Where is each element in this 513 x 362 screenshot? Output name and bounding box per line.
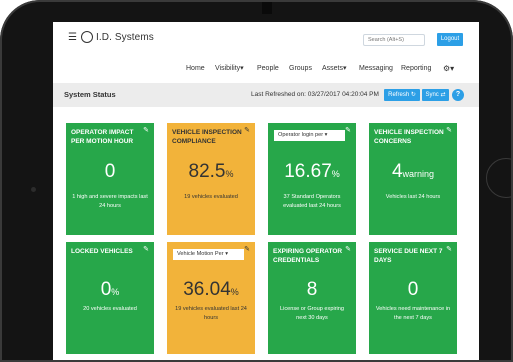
tile-description: 1 high and severe impacts last 24 hours (72, 194, 148, 209)
nav-people[interactable]: People (257, 62, 279, 76)
tile-value: 0 (407, 279, 419, 300)
tile-value: 36.04% (183, 279, 239, 300)
page-title: System Status (64, 90, 116, 99)
pencil-icon[interactable]: ✎ (143, 127, 149, 135)
tile-value: 16.67% (284, 161, 340, 182)
tablet-frame: ☰ I.D. Systems Logout Home Visibility▾ P… (0, 0, 513, 362)
pencil-icon[interactable]: ✎ (345, 246, 351, 254)
nav-assets[interactable]: Assets▾ (322, 62, 347, 76)
tile-value: 8 (306, 279, 318, 300)
top-bar: ☰ I.D. Systems Logout (53, 22, 479, 56)
nav-visibility[interactable]: Visibility▾ (215, 62, 244, 76)
tile-description: Vehicles need maintenance in the next 7 … (375, 306, 451, 321)
gear-icon[interactable]: ⚙▾ (443, 62, 454, 76)
tile-value: 82.5% (188, 161, 234, 182)
pencil-icon[interactable]: ✎ (446, 127, 452, 135)
tile-value: 0 (104, 161, 116, 182)
pencil-icon[interactable]: ✎ (244, 246, 250, 254)
hamburger-menu-icon[interactable]: ☰ (68, 33, 77, 43)
tile-description: 20 vehicles evaluated (83, 306, 137, 312)
nav-reporting[interactable]: Reporting (401, 62, 431, 76)
tile-value: 4warning (391, 161, 435, 182)
logout-button[interactable]: Logout (437, 33, 463, 46)
logo-mark-icon (81, 31, 93, 43)
logo[interactable]: I.D. Systems (81, 31, 154, 43)
app-screen: ☰ I.D. Systems Logout Home Visibility▾ P… (53, 22, 479, 362)
tile-operator-impact[interactable]: OPERATOR IMPACT PER MOTION HOUR ✎ 0 1 hi… (66, 123, 154, 235)
tile-title: VEHICLE INSPECTION CONCERNS (374, 129, 444, 145)
pencil-icon[interactable]: ✎ (143, 246, 149, 254)
tile-description: Vehicles last 24 hours (385, 194, 441, 200)
tile-vehicle-inspection-compliance[interactable]: VEHICLE INSPECTION COMPLIANCE ✎ 82.5% 19… (167, 123, 255, 235)
camera-icon (31, 187, 36, 192)
home-button[interactable] (486, 158, 513, 198)
tile-value: 0% (100, 279, 120, 300)
metric-dropdown[interactable]: Operator login per ▾ (274, 130, 345, 141)
status-bar: System Status Last Refreshed on: 03/27/2… (53, 83, 479, 107)
last-refreshed-text: Last Refreshed on: 03/27/2017 04:20:04 P… (251, 91, 379, 98)
tile-description: 19 vehicles evaluated last 24 hours (175, 306, 247, 321)
tile-title: LOCKED VEHICLES (71, 248, 133, 255)
main-nav: Home Visibility▾ People Groups Assets▾ M… (53, 62, 479, 76)
nav-messaging[interactable]: Messaging (359, 62, 393, 76)
tile-description: 19 vehicles evaluated (184, 194, 238, 200)
sync-button[interactable]: Sync ⇄ (422, 89, 449, 101)
tile-service-due[interactable]: SERVICE DUE NEXT 7 DAYS ✎ 0 Vehicles nee… (369, 242, 457, 354)
tile-title: OPERATOR IMPACT PER MOTION HOUR (71, 129, 134, 145)
tile-title: VEHICLE INSPECTION COMPLIANCE (172, 129, 242, 145)
pencil-icon[interactable]: ✎ (446, 246, 452, 254)
tile-vehicle-motion[interactable]: Vehicle Motion Per ▾ ✎ 36.04% 19 vehicle… (167, 242, 255, 354)
nav-groups[interactable]: Groups (289, 62, 312, 76)
tile-expiring-credentials[interactable]: EXPIRING OPERATOR CREDENTIALS ✎ 8 Licens… (268, 242, 356, 354)
tile-title: SERVICE DUE NEXT 7 DAYS (374, 248, 443, 264)
pencil-icon[interactable]: ✎ (345, 127, 351, 135)
search-input[interactable] (363, 34, 425, 46)
tablet-stand (262, 0, 272, 14)
tile-vehicle-inspection-concerns[interactable]: VEHICLE INSPECTION CONCERNS ✎ 4warning V… (369, 123, 457, 235)
tile-description: License or Group expiring next 30 days (279, 306, 345, 321)
refresh-button[interactable]: Refresh ↻ (384, 89, 420, 101)
tile-title: EXPIRING OPERATOR CREDENTIALS (273, 248, 343, 264)
pencil-icon[interactable]: ✎ (244, 127, 250, 135)
tile-locked-vehicles[interactable]: LOCKED VEHICLES ✎ 0% 20 vehicles evaluat… (66, 242, 154, 354)
tile-description: 37 Standard Operators evaluated last 24 … (283, 194, 341, 209)
metric-dropdown[interactable]: Vehicle Motion Per ▾ (173, 249, 244, 260)
tile-operator-login[interactable]: Operator login per ▾ ✎ 16.67% 37 Standar… (268, 123, 356, 235)
help-icon[interactable]: ? (452, 89, 464, 101)
logo-text: I.D. Systems (96, 31, 154, 43)
nav-home[interactable]: Home (186, 62, 205, 76)
